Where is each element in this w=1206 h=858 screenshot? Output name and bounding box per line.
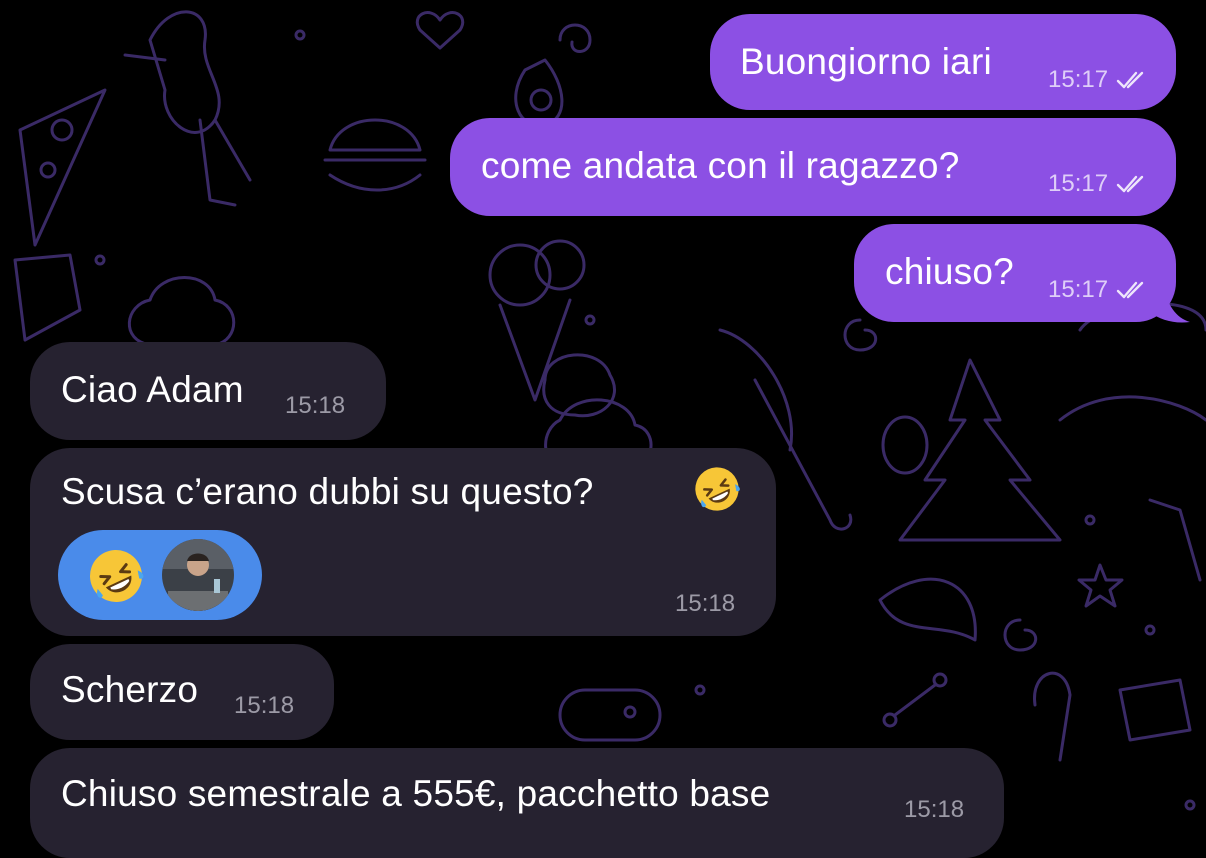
message-time: 15:18 [285,392,346,419]
message-meta: 15:18 [675,590,735,618]
message-meta: 15:17 [1048,170,1150,198]
outgoing-message-bubble[interactable]: come andata con il ragazzo? 15:17 [450,118,1176,216]
read-checks-icon [1116,281,1144,299]
message-meta: 15:18 [904,796,964,824]
rolling-on-floor-laughing-emoji [90,550,144,602]
message-meta: 15:18 [285,392,345,420]
message-text: Scusa c’erano dubbi su questo? [61,471,594,512]
message-text: Scherzo [61,669,199,710]
rolling-on-floor-laughing-emoji [695,467,740,511]
message-time: 15:17 [1048,276,1109,303]
message-time: 15:18 [904,796,965,823]
message-meta: 15:17 [1048,66,1150,94]
user-avatar [162,539,234,611]
message-text: chiuso? [885,251,1014,292]
message-meta: 15:17 [1048,276,1150,304]
message-time: 15:17 [1048,170,1109,197]
message-time: 15:18 [234,692,295,719]
incoming-message-bubble[interactable]: Scherzo 15:18 [30,644,334,740]
message-text: Ciao Adam [61,369,244,410]
message-time: 15:17 [1048,66,1109,93]
message-time: 15:18 [675,590,736,617]
read-checks-icon [1116,175,1144,193]
incoming-message-bubble[interactable]: Scusa c’erano dubbi su questo? 15:18 [30,448,776,636]
outgoing-message-bubble[interactable]: Buongiorno iari 15:17 [710,14,1176,110]
message-text: come andata con il ragazzo? [481,145,960,186]
message-meta: 15:18 [234,692,294,720]
read-checks-icon [1116,71,1144,89]
incoming-message-bubble[interactable]: Ciao Adam 15:18 [30,342,386,440]
message-text: Buongiorno iari [740,41,992,82]
outgoing-message-bubble[interactable]: chiuso? 15:17 [854,224,1176,322]
incoming-message-bubble[interactable]: Chiuso semestrale a 555€, pacchetto base… [30,748,1004,858]
message-text: Chiuso semestrale a 555€, pacchetto base [61,773,771,814]
reaction-pill[interactable] [58,530,262,620]
chat-message-list[interactable]: Buongiorno iari 15:17 come andata con il… [0,0,1206,858]
bubble-tail [1150,284,1190,323]
